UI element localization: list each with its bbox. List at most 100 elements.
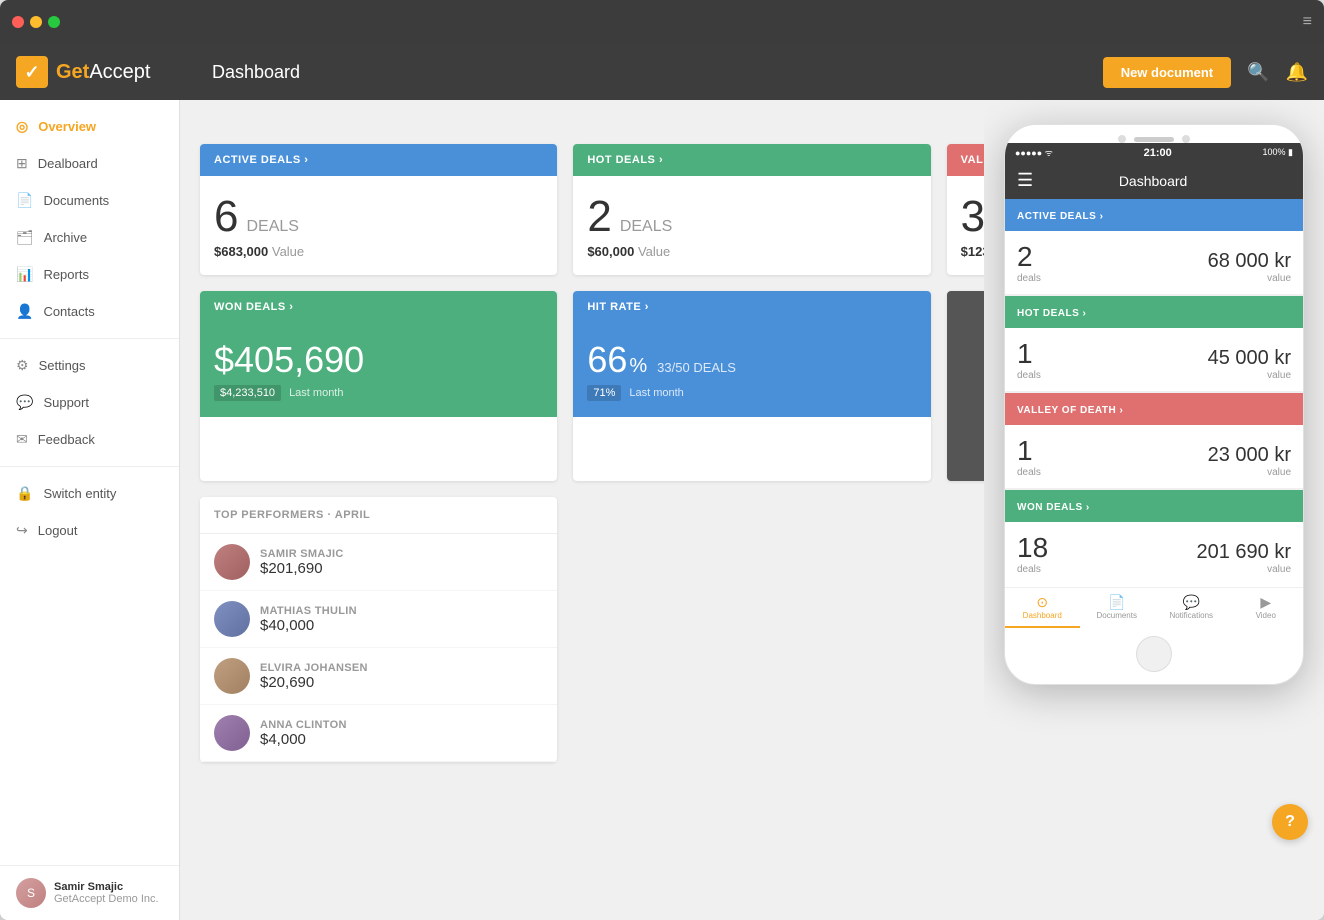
page-title: Dashboard <box>212 62 300 83</box>
mobile-hot-deals: HOT DEALS › 1 deals 45 000 kr value <box>1005 296 1303 391</box>
mobile-active-deals-right: 68 000 kr value <box>1208 250 1291 284</box>
mobile-battery: 100% ▮ <box>1263 147 1293 158</box>
logout-icon: ↪ <box>16 522 28 539</box>
settings-icon: ⚙ <box>16 357 29 374</box>
feedback-icon: ✉ <box>16 431 28 448</box>
won-last-month-label: Last month <box>289 387 343 399</box>
mobile-active-deals-title: ACTIVE DEALS › <box>1017 211 1103 222</box>
menu-icon[interactable]: ≡ <box>1303 13 1312 31</box>
mobile-nav-video-icon: ▶ <box>1260 594 1271 611</box>
hit-rate-body: 66% 33/50 DEALS 71% Last month <box>573 323 930 417</box>
mobile-header: ☰ Dashboard <box>1005 162 1303 199</box>
sidebar-item-logout[interactable]: ↪ Logout <box>0 512 179 549</box>
hot-deals-count: 2 DEALS <box>587 192 916 242</box>
mobile-bottom-nav: ⊙ Dashboard 📄 Documents 💬 Notifications <box>1005 587 1303 628</box>
mobile-active-deals-value-label: value <box>1208 273 1291 284</box>
traffic-lights <box>12 16 60 28</box>
mobile-frame: ●●●●● ᯤ 21:00 100% ▮ ☰ Dashboard <box>1004 124 1304 685</box>
mobile-won-deals-header[interactable]: WON DEALS › <box>1005 490 1303 522</box>
hit-rate-card: HIT RATE › 66% 33/50 DEALS 71% Last mont… <box>573 291 930 481</box>
mobile-home-button[interactable] <box>1136 636 1172 672</box>
performers-header: TOP PERFORMERS · APRIL <box>200 497 557 534</box>
switch-entity-icon: 🔒 <box>16 485 33 502</box>
active-deals-header[interactable]: ACTIVE DEALS › <box>200 144 557 176</box>
mobile-valley-right: 23 000 kr value <box>1208 444 1291 478</box>
won-last-month-value: $4,233,510 <box>214 385 281 401</box>
mobile-active-deals-header[interactable]: ACTIVE DEALS › <box>1005 199 1303 231</box>
contacts-icon: 👤 <box>16 303 33 320</box>
mobile-preview-panel: ●●●●● ᯤ 21:00 100% ▮ ☰ Dashboard <box>984 100 1324 920</box>
hit-rate-header[interactable]: HIT RATE › <box>573 291 930 323</box>
mobile-hot-deals-body: 1 deals 45 000 kr value <box>1005 328 1303 391</box>
dealboard-icon: ⊞ <box>16 155 28 172</box>
help-button[interactable]: ? <box>1272 804 1308 840</box>
mobile-hot-deals-header[interactable]: HOT DEALS › <box>1005 296 1303 328</box>
mobile-nav-notifications-icon: 💬 <box>1183 594 1200 611</box>
mobile-won-left: 18 deals <box>1017 532 1048 575</box>
notifications-icon[interactable]: 🔔 <box>1286 62 1308 83</box>
sidebar-item-switch-entity[interactable]: 🔒 Switch entity <box>0 475 179 512</box>
mobile-won-deals-body: 18 deals 201 690 kr value <box>1005 522 1303 585</box>
mobile-active-deals-body: 2 deals 68 000 kr value <box>1005 231 1303 294</box>
mobile-status-bar: ●●●●● ᯤ 21:00 100% ▮ <box>1005 143 1303 162</box>
mobile-active-deals-value: 68 000 kr <box>1208 250 1291 273</box>
user-info: Samir Smajic GetAccept Demo Inc. <box>54 881 159 905</box>
mobile-valley: VALLEY OF DEATH › 1 deals 23 000 kr valu… <box>1005 393 1303 488</box>
mobile-won-deals-title: WON DEALS › <box>1017 502 1090 513</box>
won-amount: $405,690 <box>214 339 543 381</box>
sidebar-item-overview[interactable]: ◎ Overview <box>0 108 179 145</box>
performer-avatar-2 <box>214 601 250 637</box>
mobile-valley-header[interactable]: VALLEY OF DEATH › <box>1005 393 1303 425</box>
sidebar-divider-2 <box>0 466 179 467</box>
mobile-active-deals-count: 2 <box>1017 241 1041 273</box>
mobile-nav-notifications[interactable]: 💬 Notifications <box>1154 588 1229 628</box>
navbar: ✓ GetAccept Dashboard New document 🔍 🔔 <box>0 44 1324 100</box>
sidebar-nav: ◎ Overview ⊞ Dealboard 📄 Documents 🗂 Arc… <box>0 100 179 865</box>
performer-item-2: MATHIAS THULIN $40,000 <box>200 591 557 648</box>
mobile-hot-deals-right: 45 000 kr value <box>1208 347 1291 381</box>
titlebar: ≡ <box>0 0 1324 44</box>
mobile-notch <box>1005 125 1303 143</box>
won-sub: $4,233,510 Last month <box>214 385 543 401</box>
performers-title: TOP PERFORMERS · APRIL <box>214 509 543 521</box>
won-deals-body: $405,690 $4,233,510 Last month <box>200 323 557 417</box>
sidebar-item-documents[interactable]: 📄 Documents <box>0 182 179 219</box>
mobile-dot-left <box>1118 135 1126 143</box>
sidebar-item-contacts[interactable]: 👤 Contacts <box>0 293 179 330</box>
performer-info-2: MATHIAS THULIN $40,000 <box>260 605 543 634</box>
mobile-nav-video[interactable]: ▶ Video <box>1229 588 1304 628</box>
user-avatar: S <box>16 878 46 908</box>
mobile-menu-icon[interactable]: ☰ <box>1017 170 1033 191</box>
hot-deals-value: $60,000 Value <box>587 244 916 259</box>
performer-info-3: ELVIRA JOHANSEN $20,690 <box>260 662 543 691</box>
performer-item-3: ELVIRA JOHANSEN $20,690 <box>200 648 557 705</box>
mobile-nav-documents-icon: 📄 <box>1108 594 1125 611</box>
performer-info-4: ANNA CLINTON $4,000 <box>260 719 543 748</box>
won-deals-header[interactable]: WON DEALS › <box>200 291 557 323</box>
minimize-button[interactable] <box>30 16 42 28</box>
sidebar-item-feedback[interactable]: ✉ Feedback <box>0 421 179 458</box>
mobile-home-button-area <box>1005 628 1303 684</box>
performer-item-4: ANNA CLINTON $4,000 <box>200 705 557 762</box>
hit-last-month-label: Last month <box>629 387 683 399</box>
sidebar: ◎ Overview ⊞ Dealboard 📄 Documents 🗂 Arc… <box>0 100 180 920</box>
mobile-header-title: Dashboard <box>1119 173 1188 189</box>
mobile-valley-left: 1 deals <box>1017 435 1041 478</box>
won-deals-card: WON DEALS › $405,690 $4,233,510 Last mon… <box>200 291 557 481</box>
sidebar-item-dealboard[interactable]: ⊞ Dealboard <box>0 145 179 182</box>
sidebar-item-settings[interactable]: ⚙ Settings <box>0 347 179 384</box>
search-icon[interactable]: 🔍 <box>1247 62 1269 83</box>
user-name: Samir Smajic <box>54 881 159 893</box>
sidebar-item-support[interactable]: 💬 Support <box>0 384 179 421</box>
logo: ✓ GetAccept <box>16 56 196 88</box>
mobile-nav-documents[interactable]: 📄 Documents <box>1080 588 1155 628</box>
sidebar-item-reports[interactable]: 📊 Reports <box>0 256 179 293</box>
new-document-button[interactable]: New document <box>1103 57 1231 88</box>
close-button[interactable] <box>12 16 24 28</box>
maximize-button[interactable] <box>48 16 60 28</box>
hit-rate-value: 66% 33/50 DEALS <box>587 339 916 381</box>
sidebar-item-archive[interactable]: 🗂 Archive <box>0 219 179 256</box>
hot-deals-header[interactable]: HOT DEALS › <box>573 144 930 176</box>
mobile-nav-dashboard[interactable]: ⊙ Dashboard <box>1005 588 1080 628</box>
navbar-actions: New document 🔍 🔔 <box>1103 57 1308 88</box>
